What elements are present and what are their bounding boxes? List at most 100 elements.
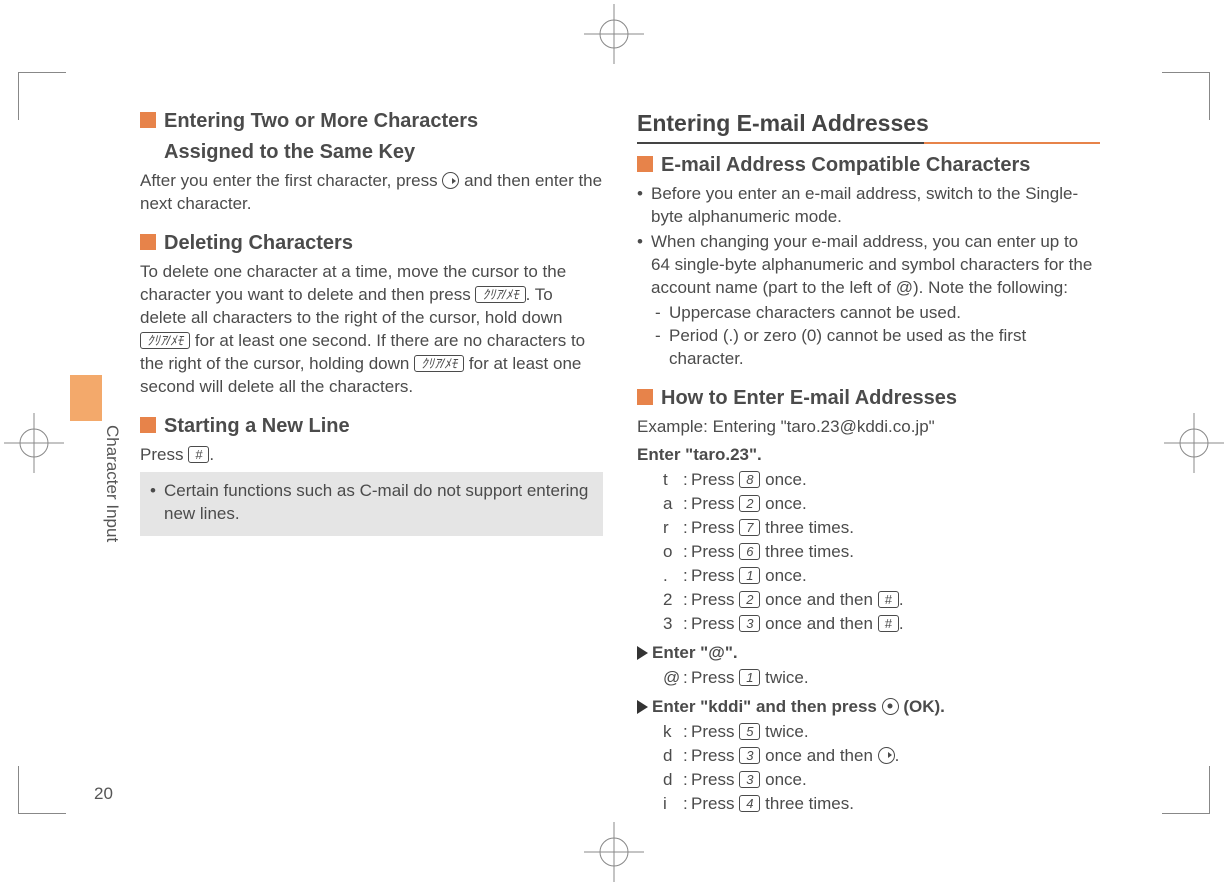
section-label: Character Input <box>102 425 122 542</box>
heading-enter-two: Entering Two or More Characters <box>140 108 603 135</box>
text: Before you enter an e-mail address, swit… <box>651 183 1100 229</box>
key-sequence-row: d:Press 3 once and then . <box>637 745 1100 768</box>
right-arrow-icon <box>442 172 459 189</box>
instruction: Press 4 three times. <box>691 793 854 816</box>
char-label: d <box>663 769 683 792</box>
char-label: k <box>663 721 683 744</box>
number-key-icon: 2 <box>739 495 760 512</box>
colon: : <box>683 469 691 492</box>
key-sequence-list: k:Press 5 twice.d:Press 3 once and then … <box>637 721 1100 816</box>
colon: : <box>683 721 691 744</box>
square-bullet-icon <box>637 156 653 172</box>
colon: : <box>683 493 691 516</box>
number-key-icon: 6 <box>739 543 760 560</box>
text: . <box>209 445 214 464</box>
section-tab <box>70 375 102 421</box>
text: Enter "kddi" and then press <box>652 697 882 716</box>
dash-icon: - <box>655 325 669 371</box>
instruction: Press 1 once. <box>691 565 807 588</box>
char-label: @ <box>663 667 683 690</box>
key-sequence-row: a:Press 2 once. <box>637 493 1100 516</box>
crop-mark <box>18 766 66 814</box>
instruction: Press 5 twice. <box>691 721 809 744</box>
colon: : <box>683 517 691 540</box>
page-number: 20 <box>94 784 113 804</box>
example-text: Example: Entering "taro.23@kddi.co.jp" <box>637 416 1100 439</box>
registration-mark <box>4 413 64 473</box>
text: (OK). <box>899 697 945 716</box>
instruction: Press 2 once and then #. <box>691 589 904 612</box>
right-column: Entering E-mail Addresses E-mail Address… <box>637 108 1100 808</box>
step-heading: Enter "@". <box>637 642 1100 665</box>
crop-mark <box>18 72 66 120</box>
square-bullet-icon <box>637 389 653 405</box>
key-sequence-row: 3:Press 3 once and then #. <box>637 613 1100 636</box>
step-heading: Enter "taro.23". <box>637 444 1100 467</box>
bullet-icon: • <box>150 480 164 526</box>
text: Enter "@". <box>652 643 738 662</box>
heading-enter-two-l2: Assigned to the Same Key <box>140 139 603 166</box>
number-key-icon: 1 <box>739 567 760 584</box>
dash-icon: - <box>655 302 669 325</box>
body-text: After you enter the first character, pre… <box>140 170 603 216</box>
center-key-icon <box>882 698 899 715</box>
number-key-icon: 4 <box>739 795 760 812</box>
text: Period (.) or zero (0) cannot be used as… <box>669 325 1100 371</box>
char-label: 3 <box>663 613 683 636</box>
step-heading: Enter "kddi" and then press (OK). <box>637 696 1100 719</box>
crop-mark <box>1162 766 1210 814</box>
text: After you enter the first character, pre… <box>140 171 442 190</box>
instruction: Press 3 once and then . <box>691 745 899 768</box>
char-label: d <box>663 745 683 768</box>
heading-entering-email: Entering E-mail Addresses <box>637 108 1100 144</box>
char-label: i <box>663 793 683 816</box>
key-sequence-row: i:Press 4 three times. <box>637 793 1100 816</box>
number-key-icon: 3 <box>739 615 760 632</box>
char-label: . <box>663 565 683 588</box>
registration-mark <box>584 822 644 882</box>
instruction: Press 6 three times. <box>691 541 854 564</box>
arrow-right-icon <box>637 700 648 714</box>
key-sequence-row: .:Press 1 once. <box>637 565 1100 588</box>
key-sequence-row: o:Press 6 three times. <box>637 541 1100 564</box>
number-key-icon: 5 <box>739 723 760 740</box>
key-sequence-row: d:Press 3 once. <box>637 769 1100 792</box>
instruction: Press 3 once and then #. <box>691 613 904 636</box>
key-sequence-row: r:Press 7 three times. <box>637 517 1100 540</box>
colon: : <box>683 745 691 768</box>
instruction: Press 1 twice. <box>691 667 809 690</box>
key-sequence-row: t:Press 8 once. <box>637 469 1100 492</box>
square-bullet-icon <box>140 112 156 128</box>
arrow-right-icon <box>637 646 648 660</box>
square-bullet-icon <box>140 234 156 250</box>
number-key-icon: 8 <box>739 471 760 488</box>
colon: : <box>683 565 691 588</box>
heading-newline: Starting a New Line <box>140 413 603 440</box>
instruction: Press 2 once. <box>691 493 807 516</box>
body-text: Press #. <box>140 444 603 467</box>
instruction: Press 3 once. <box>691 769 807 792</box>
key-sequence-list: t:Press 8 once.a:Press 2 once.r:Press 7 … <box>637 469 1100 636</box>
square-bullet-icon <box>140 417 156 433</box>
key-sequence-row: 2:Press 2 once and then #. <box>637 589 1100 612</box>
key-sequence-list: @:Press 1 twice. <box>637 667 1100 690</box>
heading-compat-chars: E-mail Address Compatible Characters <box>637 152 1100 179</box>
number-key-icon: 3 <box>739 771 760 788</box>
heading-text: Starting a New Line <box>164 415 350 437</box>
key-sequence-row: k:Press 5 twice. <box>637 721 1100 744</box>
heading-how-to-enter: How to Enter E-mail Addresses <box>637 385 1100 412</box>
char-label: a <box>663 493 683 516</box>
content-area: Entering Two or More Characters Assigned… <box>140 108 1100 808</box>
number-key-icon: 1 <box>739 669 760 686</box>
hash-key-icon: # <box>878 615 899 632</box>
crop-mark <box>1162 72 1210 120</box>
char-label: o <box>663 541 683 564</box>
right-arrow-icon <box>878 747 895 764</box>
heading-text: E-mail Address Compatible Characters <box>661 154 1030 176</box>
bullet-icon: • <box>637 231 651 300</box>
clear-key-icon: ｸﾘｱ/ﾒﾓ <box>414 355 464 372</box>
key-sequence-row: @:Press 1 twice. <box>637 667 1100 690</box>
instruction: Press 7 three times. <box>691 517 854 540</box>
text: When changing your e-mail address, you c… <box>651 231 1100 300</box>
number-key-icon: 2 <box>739 591 760 608</box>
